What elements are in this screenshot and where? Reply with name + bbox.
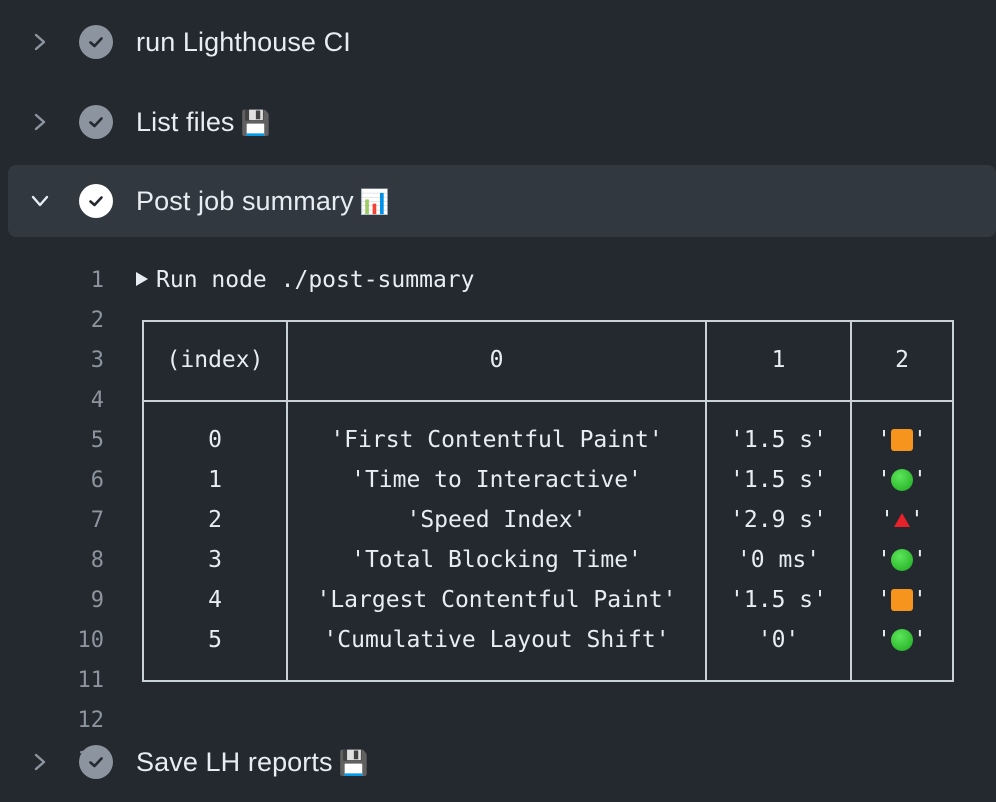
line-number: 8 [90, 547, 104, 573]
step-title: Post job summary 📊 [136, 185, 390, 216]
orange-square-icon [891, 429, 913, 451]
table-header-col1: 1 [771, 347, 786, 373]
table-cell-status: ' ' [877, 627, 927, 653]
table-cell-value: '1.5 s' [730, 587, 827, 613]
chevron-right-icon[interactable] [30, 32, 50, 52]
check-circle-icon [79, 745, 113, 779]
table-cell-index: 5 [208, 627, 222, 653]
chevron-right-icon[interactable] [30, 112, 50, 132]
table-cell-metric: 'Cumulative Layout Shift' [323, 627, 670, 653]
line-number: 4 [90, 387, 104, 413]
green-circle-icon [891, 549, 913, 571]
line-number: 6 [90, 467, 104, 493]
line-number: 7 [90, 507, 104, 533]
table-cell-metric: 'Time to Interactive' [351, 467, 642, 493]
step-title: run Lighthouse CI [136, 26, 351, 57]
table-cell-status: ' ' [877, 427, 927, 453]
table-col-divider [952, 320, 954, 682]
step-post-job-summary[interactable]: Post job summary 📊 [8, 165, 996, 237]
check-circle-icon [79, 184, 113, 218]
log-command[interactable]: Run node ./post-summary [136, 267, 475, 293]
table-cell-metric: 'Largest Contentful Paint' [316, 587, 677, 613]
table-cell-value: '1.5 s' [730, 467, 827, 493]
check-circle-icon [79, 105, 113, 139]
bar-chart-icon: 📊 [359, 187, 390, 216]
table-cell-index: 3 [208, 547, 222, 573]
table-cell-index: 1 [208, 467, 222, 493]
table-cell-value: '2.9 s' [730, 507, 827, 533]
table-header-index: (index) [166, 347, 264, 373]
red-triangle-icon [894, 513, 910, 527]
table-cell-value: '0 ms' [736, 547, 821, 573]
console-table: (index) 0 1 2 0 'First Contentful Paint'… [142, 320, 954, 682]
green-circle-icon [891, 469, 913, 491]
step-run-lighthouse-ci[interactable]: run Lighthouse CI [8, 6, 996, 78]
table-cell-metric: 'First Contentful Paint' [330, 427, 663, 453]
table-header-col2: 2 [895, 347, 909, 373]
table-cell-value: '0' [757, 627, 800, 653]
caret-right-icon[interactable] [136, 271, 148, 286]
line-number: 2 [90, 307, 104, 333]
line-number: 3 [90, 347, 104, 373]
table-border-bottom [142, 680, 954, 682]
log-line[interactable]: 1 Run node ./post-summary [0, 260, 996, 300]
chevron-right-icon[interactable] [30, 752, 50, 772]
table-cell-value: '1.5 s' [730, 427, 827, 453]
table-border-top [142, 320, 954, 322]
check-circle-icon [79, 25, 113, 59]
line-number[interactable]: 1 [40, 268, 104, 293]
green-circle-icon [891, 629, 913, 651]
step-list-files[interactable]: List files 💾 [8, 86, 996, 158]
floppy-disk-icon: 💾 [338, 748, 369, 777]
table-cell-status: ' ' [877, 587, 927, 613]
step-title: List files 💾 [136, 106, 271, 137]
table-header-col0: 0 [489, 347, 504, 373]
table-cell-status: ' ' [877, 467, 927, 493]
table-cell-status: ' ' [880, 507, 924, 533]
table-cell-index: 0 [208, 427, 222, 453]
line-number: 5 [90, 427, 104, 453]
line-number: 10 [77, 627, 105, 653]
line-number: 11 [77, 667, 105, 693]
table-cell-status: ' ' [877, 547, 927, 573]
table-cell-index: 2 [208, 507, 222, 533]
chevron-down-icon[interactable] [30, 191, 50, 211]
table-cell-index: 4 [208, 587, 222, 613]
step-title: Save LH reports 💾 [136, 746, 369, 777]
orange-square-icon [891, 589, 913, 611]
line-number: 9 [90, 587, 104, 613]
table-cell-metric: 'Total Blocking Time' [351, 547, 642, 573]
step-save-lh-reports[interactable]: Save LH reports 💾 [8, 726, 996, 798]
floppy-disk-icon: 💾 [240, 108, 271, 137]
table-cell-metric: 'Speed Index' [406, 507, 587, 533]
table-header-divider [142, 400, 954, 402]
